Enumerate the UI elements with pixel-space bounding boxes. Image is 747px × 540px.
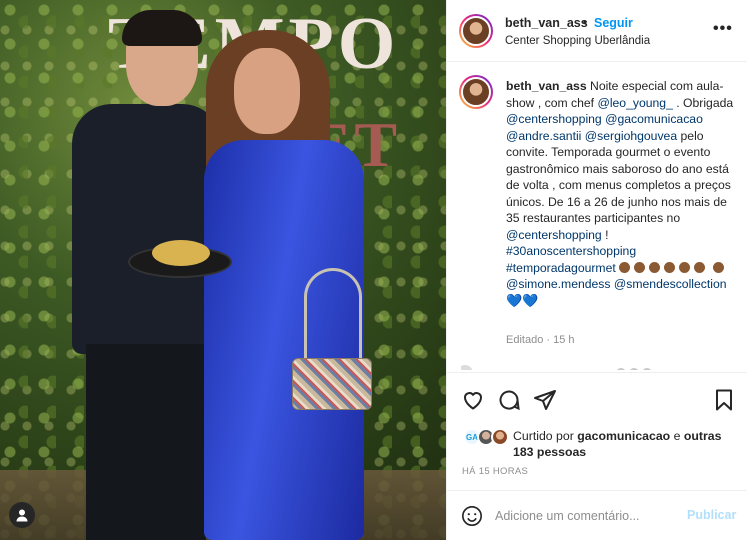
liker-avatar[interactable] [491,428,509,446]
comments-area[interactable]: beth_van_ass Noite especial com aula-sho… [447,63,747,370]
mention-link[interactable]: @centershopping [506,228,602,242]
post-header: beth_van_ass • Seguir Center Shopping Ub… [447,0,747,62]
user-icon [16,509,28,522]
likes-text: Curtido por gacomunicacao e outras 183 p… [513,429,722,459]
author-avatar[interactable] [459,14,493,48]
caption-text: . Obrigada [672,95,734,110]
add-comment-bar: Publicar [447,490,747,540]
caption-text: ! [601,227,609,242]
mention-link[interactable]: @leo_young_ [597,96,672,110]
mention-link[interactable]: @sergiohgouvea [585,129,677,143]
share-icon[interactable] [533,388,557,412]
edited-timestamp: Editado · 15 h [506,334,575,346]
handbag [292,358,372,410]
clap-emoji-icon [712,261,724,273]
follow-button[interactable]: Seguir [594,16,633,30]
post-caption: beth_van_ass Noite especial com aula-sho… [506,78,738,309]
post-photo[interactable]: TEMPO RMET [0,0,446,540]
hashtag-link[interactable]: #temporadagourmet [506,261,616,275]
clap-emoji-icon [634,261,646,273]
author-username[interactable]: beth_van_ass [505,16,588,30]
comment-icon[interactable] [497,388,521,412]
post-time[interactable]: HÁ 15 HORAS [462,466,528,477]
cut-off-comment-row [461,365,651,370]
mention-link[interactable]: @simone.mendess [506,277,611,291]
post-location[interactable]: Center Shopping Uberlândia [505,35,650,47]
emoji-picker-icon[interactable] [461,505,483,527]
clap-emoji-icon [649,261,661,273]
save-bookmark-icon[interactable] [712,388,736,412]
handbag-strap [304,268,362,364]
mention-link[interactable]: @smendescollection [614,277,727,291]
comment-input[interactable] [495,507,675,525]
like-heart-icon[interactable] [461,388,485,412]
action-bar [447,372,747,420]
mention-link[interactable]: @andre.santii [506,129,581,143]
hashtag-link[interactable]: #30anoscentershopping [506,244,636,258]
mention-link[interactable]: @centershopping [506,112,602,126]
clap-emoji-icon [694,261,706,273]
liker-username-link[interactable]: gacomunicacao [577,429,670,443]
likes-summary: GA Curtido por gacomunicacao e outras 18… [463,426,743,462]
caption-username[interactable]: beth_van_ass [506,79,587,93]
clap-emoji-icon [679,261,691,273]
mention-link[interactable]: @gacomunicacao [605,112,703,126]
blue-heart-icons: 💙💙 [506,292,539,308]
separator-dot: • [583,15,588,29]
post-details-panel: beth_van_ass • Seguir Center Shopping Ub… [446,0,747,540]
clap-emoji-icon [619,261,631,273]
more-options-icon[interactable]: ••• [713,20,733,38]
pasta-plate [128,240,232,278]
caption-author-avatar[interactable] [459,75,493,109]
tagged-users-button[interactable] [9,502,35,528]
clap-emoji-icon [664,261,676,273]
publish-button[interactable]: Publicar [687,508,736,522]
